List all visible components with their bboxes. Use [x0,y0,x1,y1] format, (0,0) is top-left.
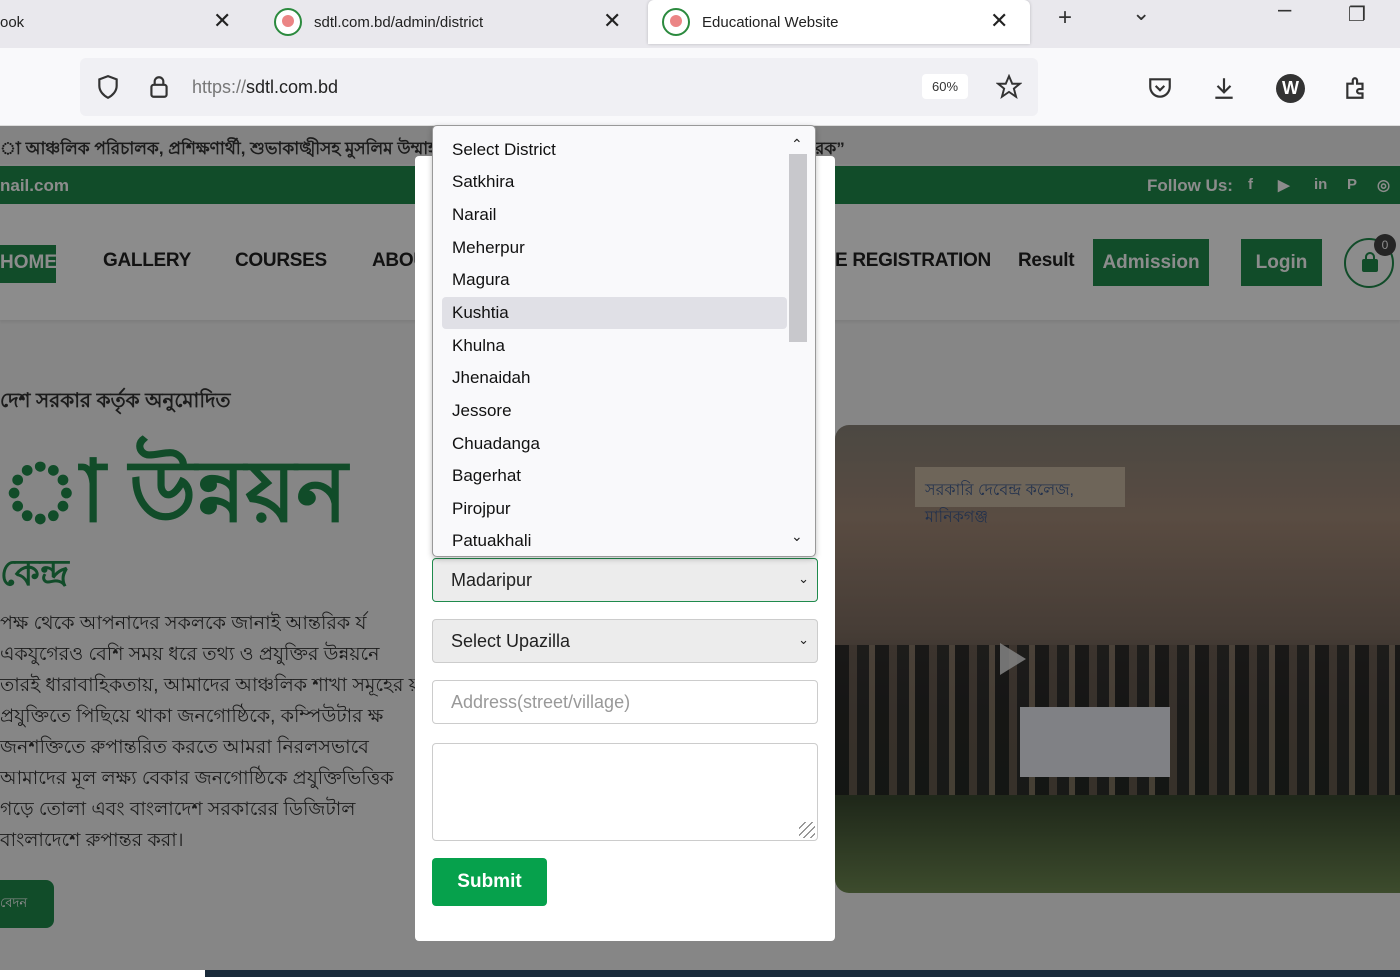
district-option[interactable]: Satkhira [442,166,787,198]
district-option[interactable]: Pirojpur [442,493,787,525]
url-text[interactable]: https://sdtl.com.bd [192,77,338,98]
close-tab-icon[interactable]: ✕ [603,8,621,34]
tab-facebook[interactable]: ook ✕ [0,0,250,44]
close-tab-icon[interactable]: ✕ [213,8,231,34]
scrollbar-thumb[interactable] [789,154,807,342]
upazilla-select[interactable]: Select Upazilla ⌄ [432,619,818,663]
pocket-icon[interactable] [1147,75,1173,101]
district-select-value: Madaripur [451,570,533,590]
message-textarea[interactable] [432,743,818,841]
restore-icon[interactable]: ❐ [1348,2,1366,27]
navigation-bar: https://sdtl.com.bd 60% W [0,48,1400,126]
tab-educational-website[interactable]: Educational Website ✕ [648,0,1030,44]
district-option[interactable]: Narail [442,199,787,231]
district-option[interactable]: Select District [442,134,787,166]
district-option[interactable]: Magura [442,264,787,296]
district-option[interactable]: Jessore [442,395,787,427]
tab-list-chevron-icon[interactable]: ⌄ [1132,0,1150,26]
district-dropdown-list[interactable]: Select District Satkhira Narail Meherpur… [432,125,816,557]
bookmark-star-icon[interactable] [996,74,1022,100]
extensions-icon[interactable] [1343,75,1369,101]
address-bar[interactable]: https://sdtl.com.bd 60% [80,58,1038,116]
site-logo-icon [274,8,302,36]
tab-title: sdtl.com.bd/admin/district [314,13,484,31]
upazilla-select-value: Select Upazilla [451,631,571,651]
new-tab-icon[interactable]: + [1058,4,1072,32]
scroll-up-icon[interactable]: ⌃ [791,136,803,153]
account-avatar[interactable]: W [1276,74,1305,103]
tab-bar: ook ✕ sdtl.com.bd/admin/district ✕ Educa… [0,0,1400,48]
address-input[interactable]: Address(street/village) [432,680,818,724]
download-icon[interactable] [1211,75,1237,101]
shield-icon[interactable] [95,74,121,100]
url-protocol: https:// [192,76,247,97]
scroll-down-icon[interactable]: ⌄ [791,528,803,545]
district-option-highlighted[interactable]: Kushtia [442,297,787,329]
district-option[interactable]: Patuakhali [442,525,787,556]
district-option[interactable]: Khulna [442,330,787,362]
tab-admin-district[interactable]: sdtl.com.bd/admin/district ✕ [274,0,634,44]
chevron-down-icon: ⌄ [798,571,809,586]
minimize-icon[interactable]: – [1278,0,1291,24]
district-option[interactable]: Bagerhat [442,460,787,492]
lock-icon[interactable] [146,74,172,100]
dropdown-scrollbar[interactable]: ⌃ ⌄ [789,136,807,548]
site-logo-icon [662,8,690,36]
resize-handle-icon[interactable] [799,822,815,838]
tab-title: Educational Website [702,13,839,31]
district-option[interactable]: Meherpur [442,232,787,264]
url-host: sdtl.com.bd [246,76,339,97]
close-tab-icon[interactable]: ✕ [990,8,1008,34]
district-option[interactable]: Chuadanga [442,428,787,460]
zoom-level[interactable]: 60% [922,74,969,99]
district-select[interactable]: Madaripur ⌄ [432,558,818,602]
tab-title: ook [0,13,25,31]
page-footer-strip [0,970,1400,977]
submit-button[interactable]: Submit [432,858,547,906]
district-option[interactable]: Jhenaidah [442,362,787,394]
chevron-down-icon: ⌄ [798,632,809,647]
